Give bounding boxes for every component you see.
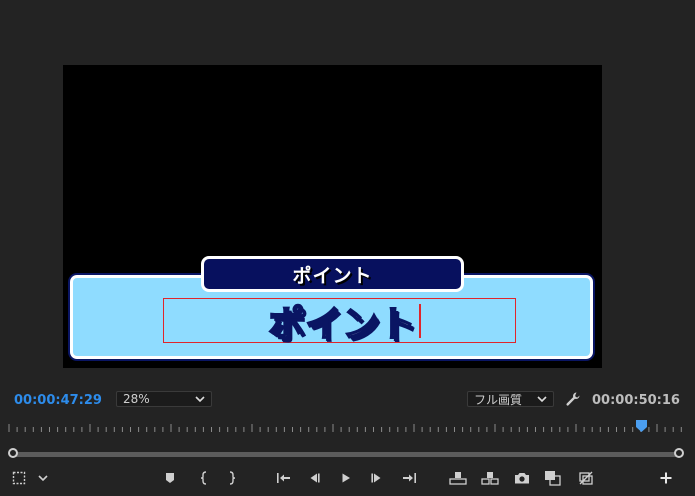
header-label: ポイント: [292, 264, 373, 287]
go-to-in-icon: [277, 473, 290, 483]
mark-in-icon: [200, 471, 207, 485]
lift-button[interactable]: [449, 470, 467, 486]
settings-button[interactable]: [34, 470, 52, 486]
extract-button[interactable]: [481, 470, 499, 486]
comparison-view-icon: [545, 471, 561, 486]
proxy-toggle-button[interactable]: [577, 470, 595, 486]
playback-resolution-dropdown[interactable]: フル画質: [467, 391, 554, 407]
go-to-in-button[interactable]: [275, 470, 293, 486]
wrench-icon[interactable]: [565, 391, 581, 407]
safe-margins-button[interactable]: [10, 470, 28, 486]
zoom-scrollbar[interactable]: [12, 452, 680, 457]
export-frame-button[interactable]: [513, 470, 531, 486]
scrollbar-right-handle[interactable]: [674, 448, 684, 458]
mark-out-button[interactable]: [223, 470, 241, 486]
chevron-down-icon: [38, 475, 48, 482]
lift-icon: [449, 472, 467, 485]
step-forward-button[interactable]: [368, 470, 386, 486]
text-edit-box[interactable]: ポイント: [163, 298, 516, 346]
add-button-icon: [660, 472, 672, 484]
add-marker-button[interactable]: [161, 470, 179, 486]
go-to-out-icon: [403, 473, 416, 483]
mark-out-icon: [229, 471, 236, 485]
scrollbar-left-handle[interactable]: [8, 448, 18, 458]
playhead-icon[interactable]: [636, 420, 647, 432]
duration-timecode: 00:00:50:16: [592, 393, 680, 408]
chevron-down-icon: [195, 396, 205, 403]
comparison-view-button[interactable]: [544, 470, 562, 486]
play-button[interactable]: [337, 470, 355, 486]
proxy-toggle-icon: [579, 471, 593, 485]
step-back-icon: [310, 473, 320, 483]
step-forward-icon: [371, 473, 381, 483]
zoom-level-dropdown[interactable]: 28%: [116, 391, 212, 407]
button-editor-button[interactable]: [657, 470, 675, 486]
zoom-level-value: 28%: [123, 392, 150, 406]
program-preview-frame[interactable]: ポイント ポイント: [63, 65, 602, 368]
lower-third-header-tab[interactable]: ポイント: [201, 256, 464, 292]
time-ruler[interactable]: [8, 421, 683, 435]
add-marker-icon: [166, 473, 174, 483]
safe-margins-icon: [12, 471, 26, 485]
mark-in-button[interactable]: [195, 470, 213, 486]
export-frame-icon: [515, 473, 529, 484]
play-icon: [342, 473, 350, 483]
program-monitor: ポイント ポイント 00:00:47:29 28% フル画質 00:00:50:…: [0, 0, 695, 496]
go-to-out-button[interactable]: [400, 470, 418, 486]
chevron-down-icon: [537, 396, 547, 403]
main-title-text[interactable]: ポイント: [267, 295, 416, 347]
step-back-button[interactable]: [305, 470, 323, 486]
playback-resolution-value: フル画質: [474, 392, 523, 407]
text-cursor: [418, 303, 421, 338]
current-timecode[interactable]: 00:00:47:29: [14, 393, 102, 408]
extract-icon: [481, 472, 499, 485]
